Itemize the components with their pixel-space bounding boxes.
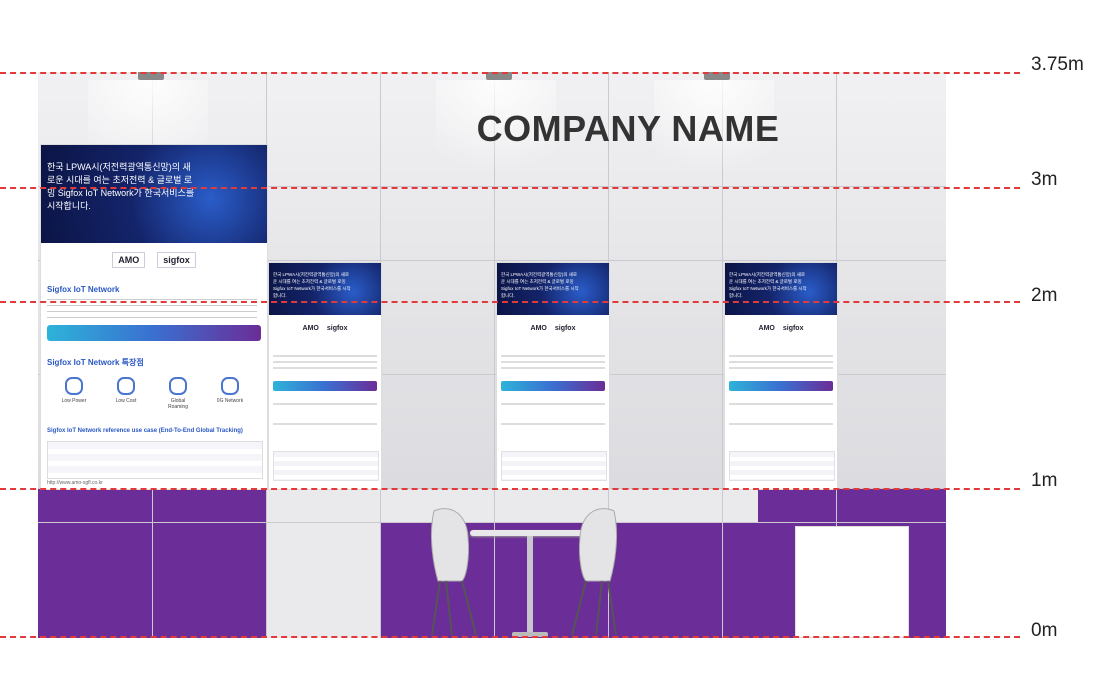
poster-text-line xyxy=(273,367,377,369)
white-board xyxy=(795,526,909,638)
poster-logos: AMO sigfox xyxy=(41,247,267,273)
poster-text-line xyxy=(729,355,833,357)
panel-seam xyxy=(38,522,946,523)
poster-text-line xyxy=(273,361,377,363)
feature-low-cost: Low Cost xyxy=(109,377,143,404)
exhibition-booth: COMPANY NAME 한국 LPWA시(저전력광역통신망)의 새로운 시대를… xyxy=(38,72,946,638)
poster-text-line xyxy=(729,361,833,363)
height-label: 0m xyxy=(1031,620,1058,641)
feature-global-roaming: Global Roaming xyxy=(161,377,195,410)
poster-hero-image: 한국 LPWA시(저전력광역통신망)의 새로운 시대를 여는 초저전력 & 글로… xyxy=(269,263,381,315)
poster-reference-table xyxy=(729,451,835,481)
chair-left-icon xyxy=(430,508,477,636)
height-guide-line xyxy=(0,636,1020,638)
poster-section-title: Sigfox IoT Network 특장점 xyxy=(47,358,144,367)
poster-hero-image: 한국 LPWA시(저전력광역통신망)의 새로운 시대를 여는 초저전력 & 글로… xyxy=(725,263,837,315)
small-poster: 한국 LPWA시(저전력광역통신망)의 새로운 시대를 여는 초저전력 & 글로… xyxy=(724,262,838,490)
poster-reference-table xyxy=(273,451,379,481)
height-label: 2m xyxy=(1031,285,1058,306)
poster-headline: 한국 LPWA시(저전력광역통신망)의 새로운 시대를 여는 초저전력 & 글로… xyxy=(273,272,351,298)
poster-text-line xyxy=(273,355,377,357)
main-poster: 한국 LPWA시(저전력광역통신망)의 새로운 시대를 여는 초저전력 & 글로… xyxy=(40,144,268,490)
poster-headline: 한국 LPWA시(저전력광역통신망)의 새로운 시대를 여는 초저전력 & 글로… xyxy=(729,272,807,298)
poster-text-line xyxy=(729,423,833,425)
poster-text-line xyxy=(729,367,833,369)
poster-text-line xyxy=(729,403,833,405)
poster-hero-image: 한국 LPWA시(저전력광역통신망)의 새로운 시대를 여는 초저전력 & 글로… xyxy=(41,145,267,243)
poster-reference-table xyxy=(47,441,263,479)
height-label: 1m xyxy=(1031,470,1058,491)
height-guide-line xyxy=(0,187,1020,189)
poster-section-title: Sigfox IoT Network reference use case (E… xyxy=(47,428,243,434)
poster-text-line xyxy=(501,355,605,357)
amo-logo: AMO xyxy=(112,252,146,268)
poster-logos: AMO sigfox xyxy=(302,325,348,332)
poster-text-line xyxy=(501,403,605,405)
small-poster: 한국 LPWA시(저전력광역통신망)의 새로운 시대를 여는 초저전력 & 글로… xyxy=(496,262,610,490)
poster-process-bar xyxy=(47,325,261,341)
poster-headline: 한국 LPWA시(저전력광역통신망)의 새로운 시대를 여는 초저전력 & 글로… xyxy=(501,272,579,298)
poster-url: http://www.amo-sgfl.co.kr xyxy=(47,480,103,486)
height-guide-line xyxy=(0,488,1020,490)
table-leg xyxy=(527,536,533,634)
height-label: 3m xyxy=(1031,169,1058,190)
poster-text-line xyxy=(273,403,377,405)
poster-text-line xyxy=(501,361,605,363)
poster-section-title: Sigfox IoT Network xyxy=(47,285,120,294)
poster-hero-image: 한국 LPWA시(저전력광역통신망)의 새로운 시대를 여는 초저전력 & 글로… xyxy=(497,263,609,315)
height-guide-line xyxy=(0,72,1020,74)
company-name-sign: COMPANY NAME xyxy=(476,108,780,149)
poster-text-line xyxy=(501,423,605,425)
poster-process-bar xyxy=(501,381,605,391)
poster-process-bar xyxy=(729,381,833,391)
small-poster: 한국 LPWA시(저전력광역통신망)의 새로운 시대를 여는 초저전력 & 글로… xyxy=(268,262,382,490)
poster-text-line xyxy=(273,423,377,425)
chair-right-icon xyxy=(571,508,618,636)
poster-logos: AMO sigfox xyxy=(530,325,576,332)
sigfox-logo: sigfox xyxy=(157,252,196,268)
poster-text-line xyxy=(501,367,605,369)
feature-0g-network: 0G Network xyxy=(213,377,247,404)
height-guide-line xyxy=(0,301,1020,303)
poster-logos: AMO sigfox xyxy=(758,325,804,332)
poster-reference-table xyxy=(501,451,607,481)
height-label: 3.75m xyxy=(1031,54,1084,75)
poster-process-bar xyxy=(273,381,377,391)
feature-low-power: Low Power xyxy=(57,377,91,404)
